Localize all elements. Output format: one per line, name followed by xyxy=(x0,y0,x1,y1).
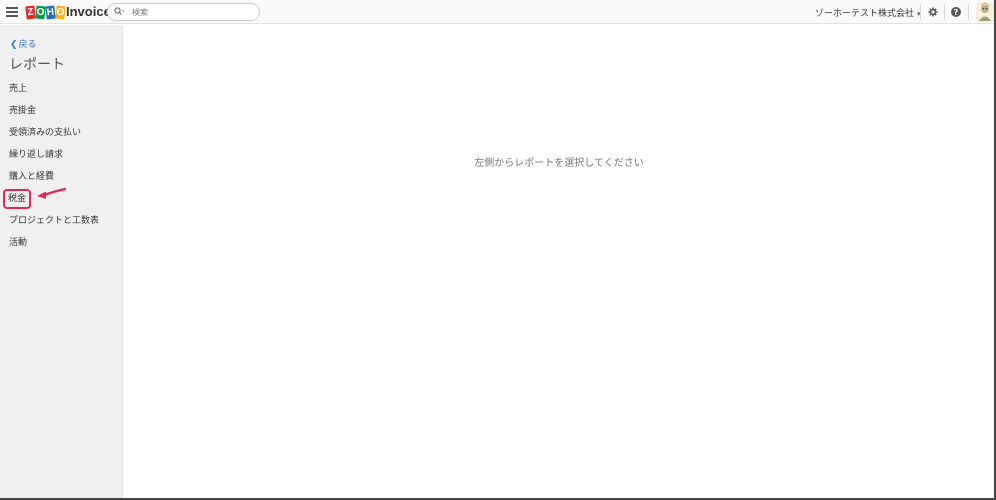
search-icon[interactable] xyxy=(114,7,125,19)
sidebar-item-label: プロジェクトと工数表 xyxy=(9,216,100,226)
logo-letter: H xyxy=(45,5,56,20)
sidebar-item-label: 売掛金 xyxy=(9,106,37,116)
sidebar-item-activity[interactable]: 活動 xyxy=(0,234,123,256)
app-name: Invoice xyxy=(66,4,111,19)
organization-dropdown[interactable]: ゾーホーテスト株式会社 ▾ xyxy=(815,6,921,19)
chevron-left-icon: ❮ xyxy=(10,40,18,50)
back-link[interactable]: ❮戻る xyxy=(10,37,37,50)
annotation-arrow-icon xyxy=(37,187,66,199)
search-box[interactable] xyxy=(107,3,260,21)
sidebar: ❮戻る レポート 売上 売掛金 受領済みの支払い 繰り返し請求 購入と経費 税金… xyxy=(0,25,123,498)
avatar-icon[interactable] xyxy=(976,2,994,22)
logo-letter: Z xyxy=(25,5,36,20)
sidebar-title: レポート xyxy=(9,57,65,73)
sidebar-item-sales[interactable]: 売上 xyxy=(0,80,123,102)
sidebar-item-label: 売上 xyxy=(9,84,28,94)
zoho-logo[interactable]: Z O H O xyxy=(25,5,66,20)
help-icon[interactable]: ? xyxy=(951,7,961,17)
logo-letter: O xyxy=(55,5,66,20)
organization-name: ゾーホーテスト株式会社 xyxy=(815,9,915,19)
sidebar-item-receivables[interactable]: 売掛金 xyxy=(0,102,123,124)
main-content: 左側からレポートを選択してください xyxy=(124,25,994,498)
back-label: 戻る xyxy=(18,40,37,50)
menu-icon[interactable] xyxy=(6,7,18,17)
sidebar-item-label: 購入と経費 xyxy=(9,172,55,182)
divider xyxy=(920,4,921,20)
logo-letter: O xyxy=(35,5,46,20)
sidebar-item-label: 繰り返し請求 xyxy=(9,150,64,160)
divider xyxy=(968,4,969,20)
empty-state-message: 左側からレポートを選択してください xyxy=(474,158,644,169)
sidebar-item-label: 税金 xyxy=(3,189,32,209)
report-menu: 売上 売掛金 受領済みの支払い 繰り返し請求 購入と経費 税金 プロジェクトと工… xyxy=(0,80,123,256)
divider xyxy=(944,4,945,20)
sidebar-item-recurring-invoices[interactable]: 繰り返し請求 xyxy=(0,146,123,168)
search-input[interactable] xyxy=(132,5,252,19)
sidebar-item-payments-received[interactable]: 受領済みの支払い xyxy=(0,124,123,146)
top-bar: Z O H O Invoice ゾーホーテスト株式会社▾ ? xyxy=(0,0,994,24)
sidebar-item-projects-timesheets[interactable]: プロジェクトと工数表 xyxy=(0,212,123,234)
sidebar-item-label: 活動 xyxy=(9,238,28,248)
gear-icon[interactable] xyxy=(926,5,940,19)
sidebar-item-label: 受領済みの支払い xyxy=(9,128,82,138)
